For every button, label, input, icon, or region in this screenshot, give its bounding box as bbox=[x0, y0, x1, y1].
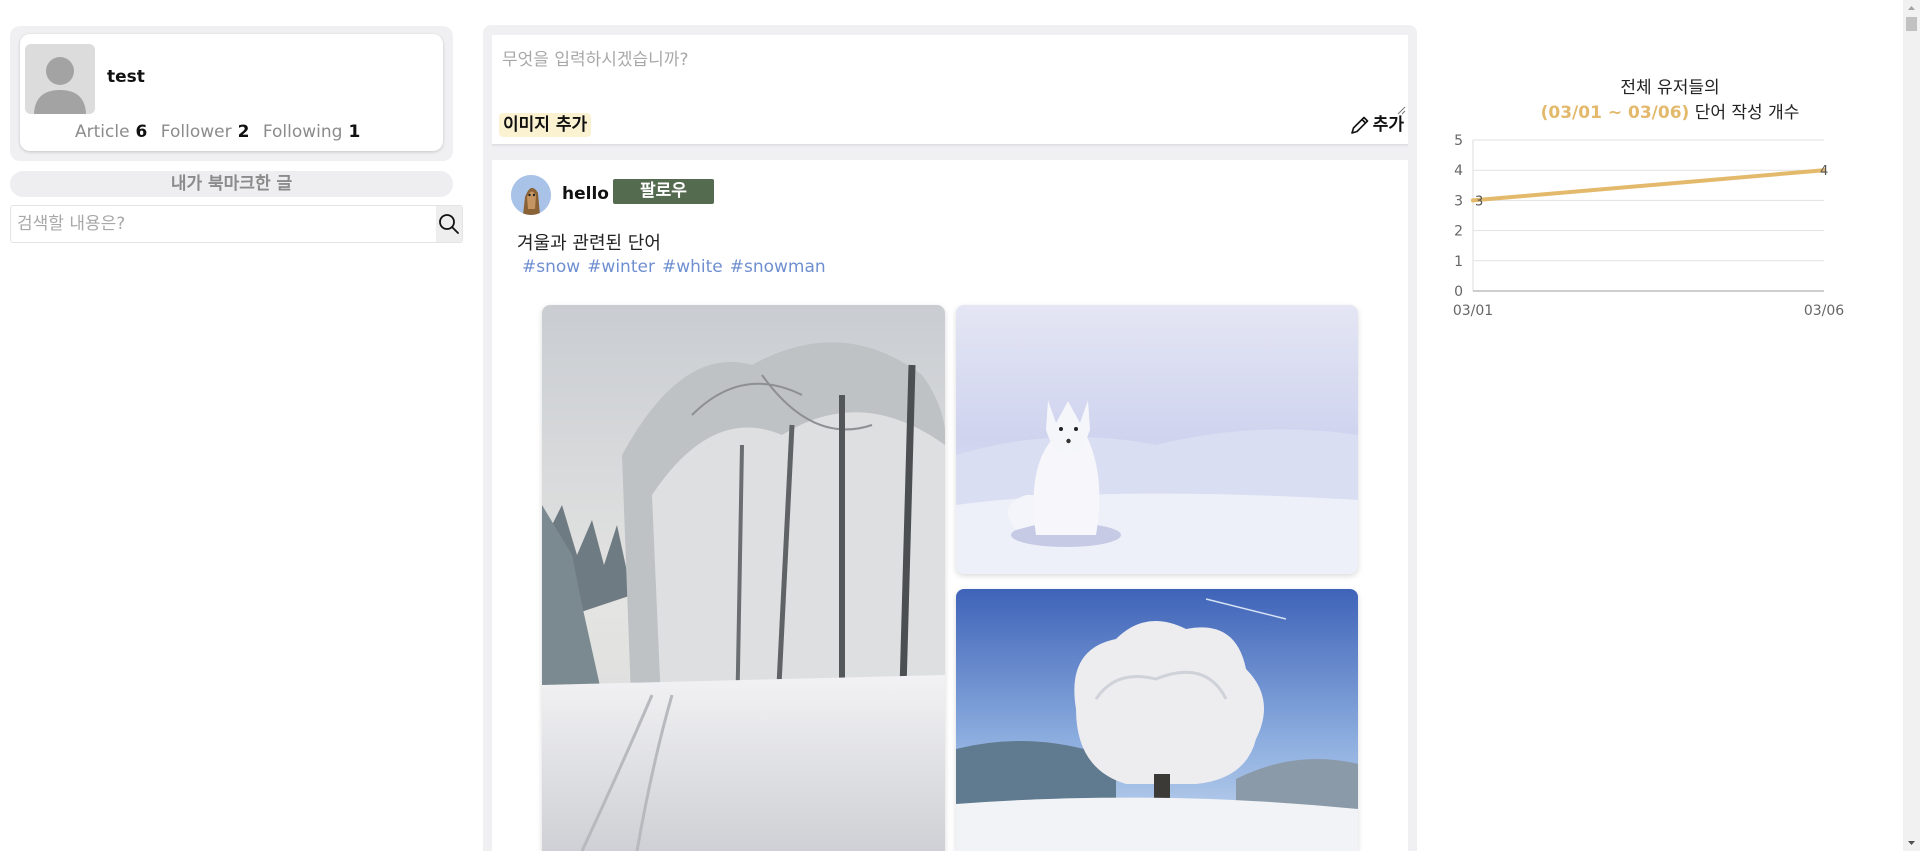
scroll-thumb[interactable] bbox=[1906, 17, 1917, 31]
bookmarks-button[interactable]: 내가 북마크한 글 bbox=[10, 171, 453, 197]
page-scrollbar[interactable] bbox=[1903, 0, 1920, 851]
scroll-down-icon[interactable] bbox=[1903, 834, 1920, 851]
search-button[interactable] bbox=[436, 206, 462, 242]
compose-box: 이미지 추가 추가 bbox=[492, 35, 1408, 144]
tag-link[interactable]: #winter bbox=[587, 257, 655, 277]
post-content: 겨울과 관련된 단어 bbox=[517, 233, 661, 254]
profile-stats: Article 6 Follower 2 Following 1 bbox=[75, 122, 368, 142]
chart-y-tick-label: 5 bbox=[1454, 133, 1463, 149]
tag-link[interactable]: #snowman bbox=[730, 257, 826, 277]
submit-post-button[interactable]: 추가 bbox=[1349, 113, 1404, 137]
search-box bbox=[10, 205, 463, 243]
post-author-avatar[interactable] bbox=[511, 175, 551, 215]
word-count-chart: 전체 유저들의 (03/01 ~ 03/06) 단어 작성 개수 0123450… bbox=[1440, 70, 1860, 340]
avatar[interactable] bbox=[25, 44, 95, 114]
article-count[interactable]: 6 bbox=[136, 122, 148, 142]
search-icon bbox=[439, 214, 459, 234]
line-chart-svg: 01234503/01 03/0634 bbox=[1453, 133, 1844, 319]
article-label: Article bbox=[75, 122, 130, 142]
profile-card: test Article 6 Follower 2 Following 1 bbox=[20, 34, 443, 151]
follower-count[interactable]: 2 bbox=[238, 122, 250, 142]
left-sidebar: test Article 6 Follower 2 Following 1 내가 북마… bbox=[10, 26, 463, 243]
post-tags: #snow #winter #white #snowman bbox=[522, 257, 833, 277]
profile-username[interactable]: test bbox=[107, 67, 145, 87]
follower-label: Follower bbox=[160, 122, 232, 142]
follow-button[interactable]: 팔로우 bbox=[613, 179, 714, 204]
page: test Article 6 Follower 2 Following 1 내가 북마… bbox=[0, 0, 1920, 851]
post-author-name[interactable]: hello bbox=[562, 184, 609, 204]
chart-y-tick-label: 3 bbox=[1454, 193, 1463, 209]
chart-y-tick-label: 1 bbox=[1454, 254, 1463, 270]
scroll-up-icon[interactable] bbox=[1903, 0, 1920, 17]
compose-textarea[interactable] bbox=[492, 35, 1408, 117]
user-placeholder-icon bbox=[25, 44, 95, 114]
tag-link[interactable]: #white bbox=[662, 257, 723, 277]
post-image-arctic-fox[interactable] bbox=[956, 305, 1358, 574]
feed-column: 이미지 추가 추가 hello 팔로우 bbox=[483, 25, 1417, 851]
compose-divider bbox=[492, 144, 1408, 147]
following-count[interactable]: 1 bbox=[348, 122, 360, 142]
following-label: Following bbox=[262, 122, 343, 142]
arctic-fox-image bbox=[956, 305, 1358, 574]
search-input[interactable] bbox=[11, 206, 438, 242]
chart-x-tick-label: 03/06 bbox=[1804, 303, 1844, 319]
chart-data-label: 3 bbox=[1475, 194, 1483, 209]
snowy-road-image bbox=[542, 305, 945, 851]
chart-data-label: 4 bbox=[1820, 164, 1828, 179]
post-card: hello 팔로우 겨울과 관련된 단어 #snow #winter #white #… bbox=[492, 160, 1408, 851]
add-image-button[interactable]: 이미지 추가 bbox=[499, 113, 592, 137]
author-avatar-image bbox=[511, 175, 551, 215]
post-image-frosted-tree[interactable] bbox=[956, 589, 1358, 851]
pencil-icon bbox=[1350, 116, 1369, 134]
frosted-tree-image bbox=[956, 589, 1358, 851]
chart-series-line bbox=[1471, 168, 1826, 203]
profile-panel: test Article 6 Follower 2 Following 1 bbox=[10, 26, 453, 161]
chart-x-tick-label: 03/01 bbox=[1453, 303, 1493, 319]
post-image-snowy-road[interactable] bbox=[542, 305, 945, 851]
chart-y-tick-label: 0 bbox=[1454, 284, 1463, 300]
submit-post-label: 추가 bbox=[1372, 115, 1404, 135]
tag-link[interactable]: #snow bbox=[522, 257, 580, 277]
chart-y-tick-label: 4 bbox=[1454, 163, 1463, 179]
chart-y-tick-label: 2 bbox=[1454, 224, 1463, 240]
